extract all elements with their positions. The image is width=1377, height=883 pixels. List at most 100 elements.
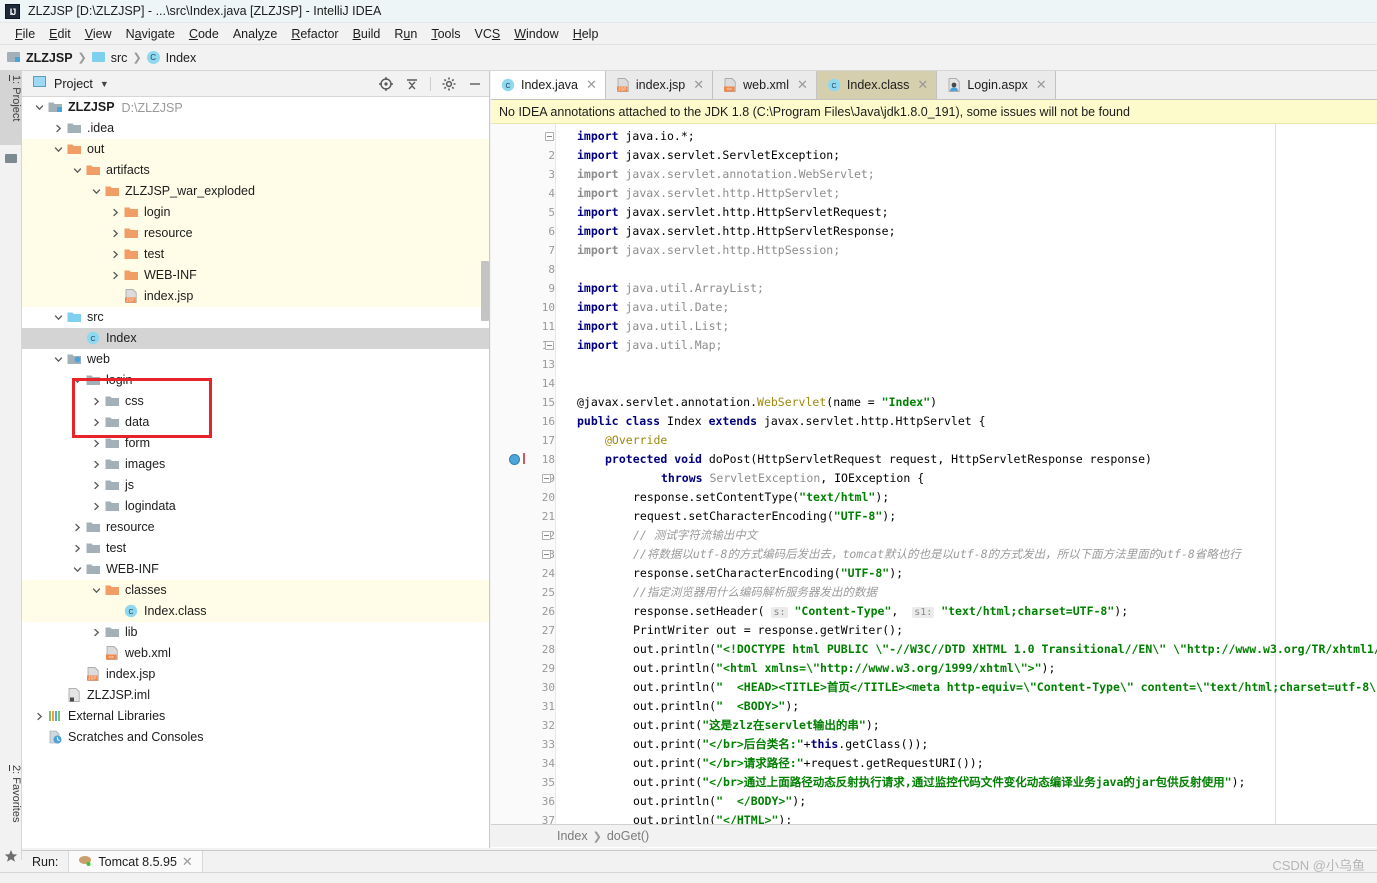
tree-node-index-class[interactable]: C Index.class [22,601,489,622]
chevron-right-icon[interactable] [72,543,83,554]
chevron-down-icon[interactable]: ▼ [100,79,109,89]
code-line[interactable]: out.print("</br>后台类名:"+this.getClass()); [633,735,928,754]
tree-node-index-jsp[interactable]: JSP index.jsp [22,286,489,307]
editor-tab-index-java[interactable]: C Index.java ✕ [491,71,606,99]
menu-item-analyze[interactable]: Analyze [226,25,284,43]
chevron-down-icon[interactable] [91,585,102,596]
navbar-crumb-project[interactable]: ZLZJSP [7,51,73,65]
chevron-right-icon[interactable] [91,459,102,470]
tree-node-web[interactable]: web [22,349,489,370]
chevron-right-icon[interactable] [91,396,102,407]
editor-breadcrumb-bar[interactable]: Index ❯ doGet() [491,824,1377,847]
code-line[interactable]: protected void doPost(HttpServletRequest… [605,450,1152,469]
menu-item-window[interactable]: Window [507,25,565,43]
code-line[interactable]: response.setCharacterEncoding("UTF-8"); [633,564,903,583]
code-line[interactable]: @Override [605,431,667,450]
close-icon[interactable]: ✕ [797,77,808,93]
tree-node-out[interactable]: out [22,139,489,160]
chevron-right-icon[interactable] [34,711,45,722]
code-line[interactable]: PrintWriter out = response.getWriter(); [633,621,903,640]
code-editor[interactable]: 1234567891011121314151617181920212223242… [491,124,1377,824]
menu-item-file[interactable]: File [8,25,42,43]
tree-node-web-xml[interactable]: <> web.xml [22,643,489,664]
menu-item-vcs[interactable]: VCS [468,25,508,43]
tree-node-index-jsp[interactable]: JSP index.jsp [22,664,489,685]
menu-item-run[interactable]: Run [387,25,424,43]
menu-item-view[interactable]: View [78,25,119,43]
chevron-down-icon[interactable] [53,144,64,155]
hide-icon[interactable] [467,76,483,92]
code-line[interactable]: public class Index extends javax.servlet… [577,412,986,431]
tree-node-test[interactable]: test [22,538,489,559]
tree-node-logindata[interactable]: logindata [22,496,489,517]
code-line[interactable]: import java.util.ArrayList; [577,279,764,298]
tree-node-index[interactable]: C Index [22,328,489,349]
tree-node-classes[interactable]: classes [22,580,489,601]
chevron-right-icon[interactable] [53,123,64,134]
chevron-down-icon[interactable] [34,102,45,113]
project-scrollbar-thumb[interactable] [481,261,489,321]
project-tree[interactable]: ZLZJSP D:\ZLZJSP .idea out artifacts ZLZJSP_w… [22,97,489,847]
close-icon[interactable]: ✕ [182,854,193,870]
code-line[interactable]: //将数据以utf-8的方式编码后发出去，tomcat默认的也是以utf-8的方… [633,545,1241,564]
collapse-all-icon[interactable] [404,76,420,92]
code-fold-toggle[interactable] [542,550,551,559]
gear-icon[interactable] [441,76,457,92]
tree-node-lib[interactable]: lib [22,622,489,643]
navbar-crumb-index[interactable]: C Index [146,50,196,65]
tree-node-data[interactable]: data [22,412,489,433]
editor-tab-index-class[interactable]: C Index.class ✕ [816,71,938,99]
code-line[interactable]: import javax.servlet.http.HttpServletRes… [577,222,896,241]
close-icon[interactable]: ✕ [693,77,704,93]
chevron-down-icon[interactable] [53,312,64,323]
editor-tab-login-aspx[interactable]: Login.aspx ✕ [937,71,1056,99]
chevron-down-icon[interactable] [72,165,83,176]
tree-node-web-inf[interactable]: WEB-INF [22,265,489,286]
run-tab-tomcat[interactable]: Tomcat 8.5.95 ✕ [68,850,203,873]
code-line[interactable]: out.print("</br>请求路径:"+request.getReques… [633,754,984,773]
chevron-right-icon[interactable] [110,207,121,218]
chevron-right-icon[interactable] [110,270,121,281]
chevron-right-icon[interactable] [91,480,102,491]
code-line[interactable]: import java.util.Map; [577,336,722,355]
chevron-down-icon[interactable] [53,354,64,365]
tool-tab-favorites[interactable]: 2: Favorites [0,761,22,843]
tree-node-css[interactable]: css [22,391,489,412]
tree-node-web-inf[interactable]: WEB-INF [22,559,489,580]
tree-node-test[interactable]: test [22,244,489,265]
code-line[interactable]: out.print("这是zlz在servlet输出的串"); [633,716,880,735]
override-marker-icon[interactable] [523,453,525,464]
tool-tab-project[interactable]: 1: Project [0,71,22,145]
code-line[interactable]: request.setCharacterEncoding("UTF-8"); [633,507,896,526]
code-line[interactable]: //指定浏览器用什么编码解析服务器发出的数据 [633,583,877,602]
code-line[interactable]: out.println("</HTML>"); [633,811,792,824]
menu-item-code[interactable]: Code [182,25,226,43]
tree-node-zlzjsp-iml[interactable]: ZLZJSP.iml [22,685,489,706]
tree-node-login[interactable]: login [22,202,489,223]
code-line[interactable]: out.println(" <HEAD><TITLE>首页</TITLE><me… [633,678,1377,697]
chevron-down-icon[interactable] [72,564,83,575]
tree-node-login[interactable]: login [22,370,489,391]
code-line[interactable]: out.println("<html xmlns=\"http://www.w3… [633,659,1055,678]
tree-node-zlzjsp-war-exploded[interactable]: ZLZJSP_war_exploded [22,181,489,202]
code-fold-toggle[interactable] [542,474,551,483]
chevron-right-icon[interactable] [72,522,83,533]
code-fold-toggle[interactable] [545,132,554,141]
code-line[interactable]: import javax.servlet.ServletException; [577,146,840,165]
code-line[interactable]: import java.util.List; [577,317,729,336]
code-fold-toggle[interactable] [545,341,554,350]
chevron-down-icon[interactable] [72,375,83,386]
breadcrumb-class[interactable]: Index [557,829,588,843]
chevron-right-icon[interactable] [91,417,102,428]
chevron-right-icon[interactable] [91,438,102,449]
chevron-right-icon[interactable] [110,249,121,260]
code-line[interactable]: import javax.servlet.http.HttpServlet; [577,184,840,203]
editor-fold-gutter[interactable] [555,124,576,824]
editor-tab-index-jsp[interactable]: JSP index.jsp ✕ [605,71,714,99]
tree-node-external-libraries[interactable]: External Libraries [22,706,489,727]
code-line[interactable]: import javax.servlet.http.HttpServletReq… [577,203,889,222]
close-icon[interactable]: ✕ [917,77,928,93]
menu-item-navigate[interactable]: Navigate [119,25,182,43]
code-line[interactable]: out.println("<!DOCTYPE html PUBLIC \"-//… [633,640,1377,659]
tree-node-images[interactable]: images [22,454,489,475]
